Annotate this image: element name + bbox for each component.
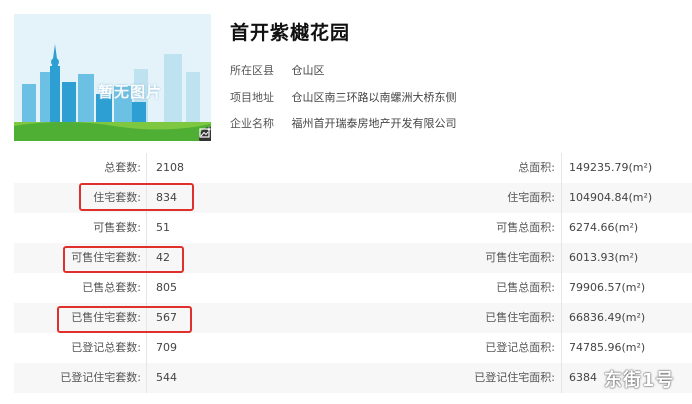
info-company: 企业名称 福州首开瑞泰房地产开发有限公司 bbox=[230, 115, 457, 131]
stat-value: 2108 bbox=[156, 161, 184, 174]
stat-value: 6384 bbox=[569, 371, 597, 384]
stat-value: 74785.96(m²) bbox=[569, 341, 646, 354]
highlight-box-residential-units bbox=[79, 183, 194, 211]
stat-label: 可售套数: bbox=[93, 221, 141, 234]
table-row: 已售总套数: 805 已售总面积: 79906.57(m²) bbox=[14, 273, 692, 303]
stat-label: 已登记住宅面积: bbox=[474, 371, 555, 384]
city-skyline-illustration bbox=[14, 14, 211, 141]
stat-label: 总套数: bbox=[104, 161, 141, 174]
info-label: 企业名称 bbox=[230, 117, 274, 130]
stat-value: 51 bbox=[156, 221, 170, 234]
stat-value: 544 bbox=[156, 371, 177, 384]
stat-value: 149235.79(m²) bbox=[569, 161, 653, 174]
stat-value: 709 bbox=[156, 341, 177, 354]
stat-value: 805 bbox=[156, 281, 177, 294]
project-thumbnail: 暂无图片 bbox=[14, 14, 211, 141]
table-row: 已登记住宅套数: 544 已登记住宅面积: 6384 bbox=[14, 363, 692, 393]
info-label: 所在区县 bbox=[230, 64, 274, 77]
info-address: 项目地址 仓山区南三环路以南螺洲大桥东侧 bbox=[230, 89, 457, 105]
stat-value: 79906.57(m²) bbox=[569, 281, 646, 294]
project-title: 首开紫樾花园 bbox=[230, 22, 351, 44]
info-label: 项目地址 bbox=[230, 91, 274, 104]
table-row: 可售套数: 51 可售总面积: 6274.66(m²) bbox=[14, 213, 692, 243]
info-district: 所在区县 仓山区 bbox=[230, 62, 325, 78]
stat-label: 已登记总面积: bbox=[485, 341, 555, 354]
stat-label: 已售总面积: bbox=[496, 281, 555, 294]
watermark-text: 东街1号 bbox=[604, 370, 675, 391]
info-value: 仓山区 bbox=[291, 64, 325, 77]
image-edit-icon[interactable] bbox=[199, 127, 211, 141]
stat-value: 66836.49(m²) bbox=[569, 311, 646, 324]
info-value: 福州首开瑞泰房地产开发有限公司 bbox=[291, 117, 457, 130]
stat-label: 已售总套数: bbox=[82, 281, 141, 294]
no-image-text: 暂无图片 bbox=[98, 83, 163, 101]
stat-label: 住宅面积: bbox=[507, 191, 555, 204]
stat-label: 可售住宅面积: bbox=[485, 251, 555, 264]
highlight-box-sold-residential bbox=[57, 306, 192, 333]
stat-label: 已售住宅面积: bbox=[485, 311, 555, 324]
stat-label: 已登记总套数: bbox=[71, 341, 141, 354]
stat-value: 6013.93(m²) bbox=[569, 251, 639, 264]
highlight-box-available-residential bbox=[63, 246, 184, 273]
table-row: 已登记总套数: 709 已登记总面积: 74785.96(m²) bbox=[14, 333, 692, 363]
stat-label: 可售总面积: bbox=[496, 221, 555, 234]
stat-label: 总面积: bbox=[518, 161, 555, 174]
stat-value: 6274.66(m²) bbox=[569, 221, 639, 234]
table-row: 总套数: 2108 总面积: 149235.79(m²) bbox=[14, 153, 692, 183]
stat-value: 104904.84(m²) bbox=[569, 191, 653, 204]
info-value: 仓山区南三环路以南螺洲大桥东侧 bbox=[291, 91, 457, 104]
stat-label: 已登记住宅套数: bbox=[60, 371, 141, 384]
